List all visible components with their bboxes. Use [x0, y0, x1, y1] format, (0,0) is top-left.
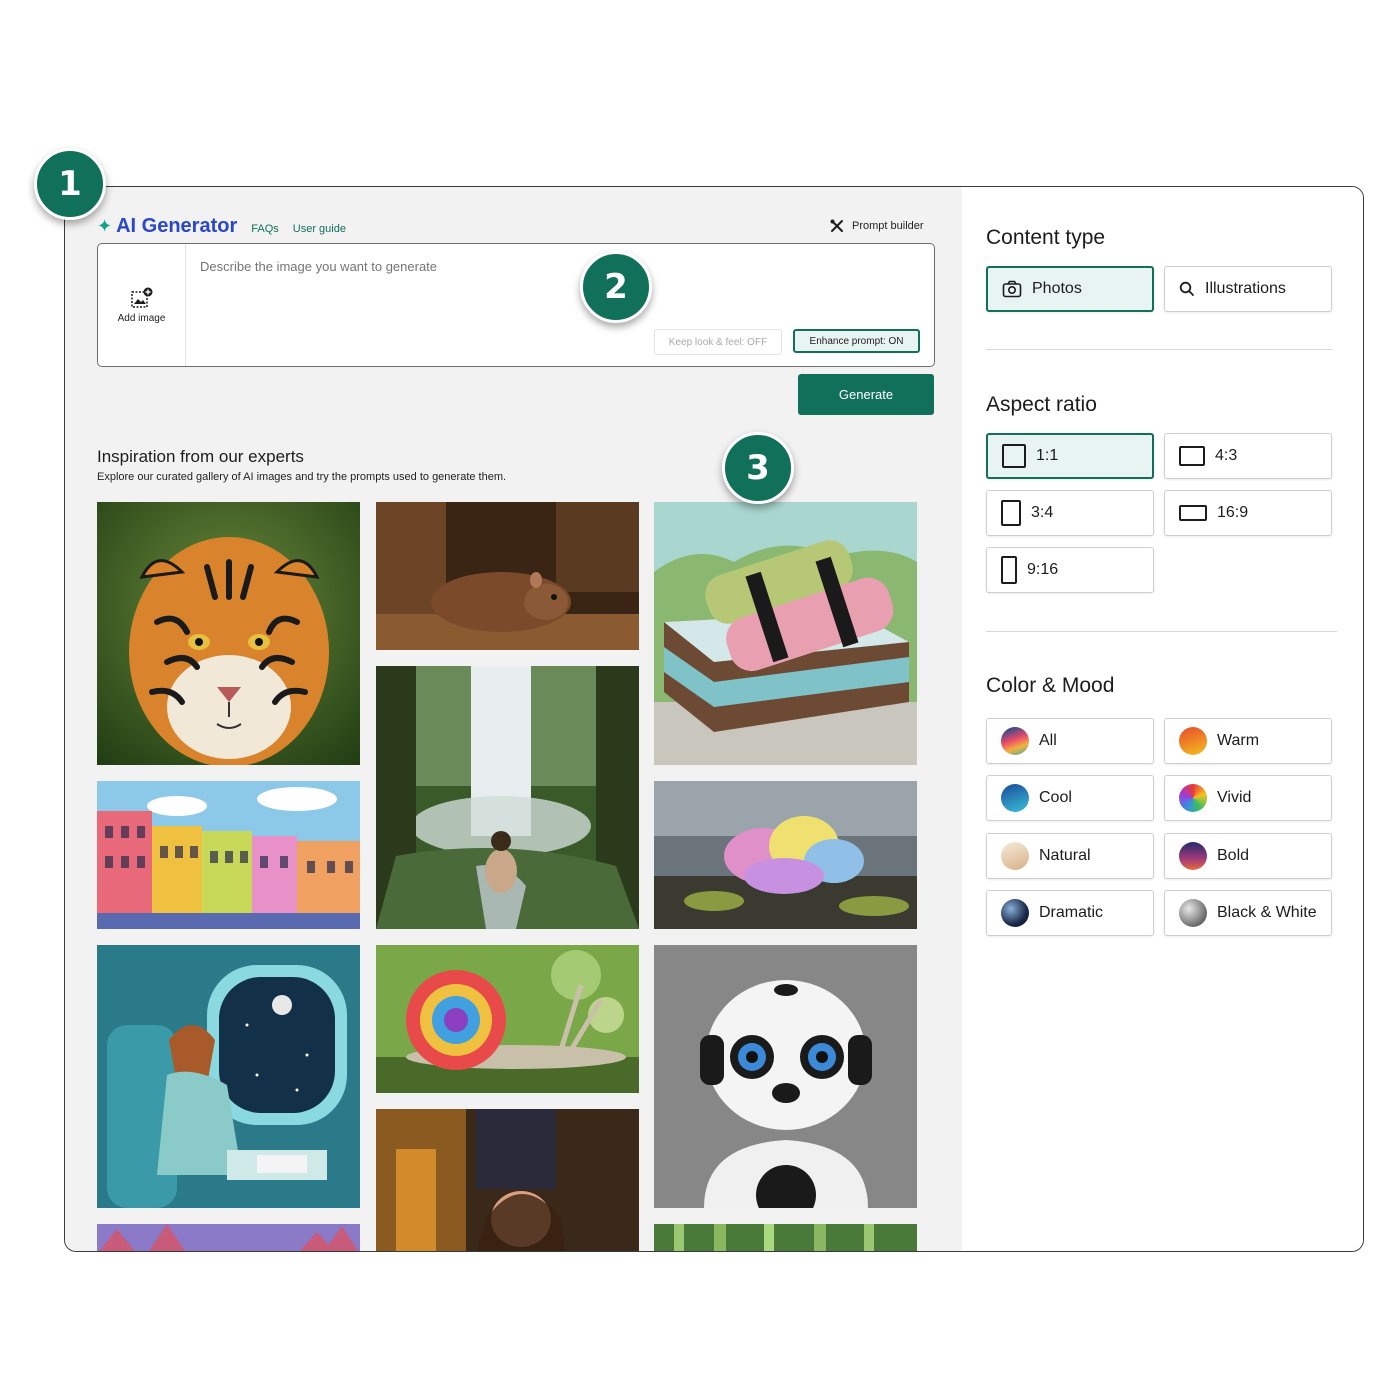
- color-mood-natural-label: Natural: [1039, 847, 1091, 864]
- natural-swatch-icon: [1001, 842, 1029, 870]
- search-icon: [1179, 281, 1194, 296]
- forest-illustration: [97, 1224, 360, 1251]
- gallery-tile-buildings[interactable]: [97, 781, 360, 929]
- bold-swatch-icon: [1179, 842, 1207, 870]
- aspect-ratio-title: Aspect ratio: [986, 393, 1097, 416]
- prompt-input[interactable]: [198, 258, 602, 275]
- faqs-link[interactable]: FAQs: [251, 223, 279, 235]
- app-title: ✦ AI Generator: [97, 215, 237, 238]
- color-mood-all[interactable]: All: [986, 718, 1154, 764]
- add-image-label: Add image: [117, 312, 166, 324]
- gallery-tile-sushi[interactable]: [654, 502, 917, 765]
- content-type-illustrations[interactable]: Illustrations: [1164, 266, 1332, 312]
- sparkle-icon: ✦: [97, 216, 113, 236]
- prompt-box: Add image Keep look & feel: OFF Enhance …: [97, 243, 935, 367]
- color-mood-cool-label: Cool: [1039, 789, 1072, 806]
- callout-marker-2: 2: [580, 251, 652, 323]
- add-image-icon: [130, 287, 152, 308]
- aspect-ratio-3-4[interactable]: 3:4: [986, 490, 1154, 536]
- square-ratio-icon: [1002, 444, 1026, 468]
- gallery-tile-waterfall[interactable]: [376, 666, 639, 929]
- aspect-ratio-9-16[interactable]: 9:16: [986, 547, 1154, 593]
- color-mood-warm[interactable]: Warm: [1164, 718, 1332, 764]
- gallery-tile-snail[interactable]: [376, 945, 639, 1093]
- color-mood-bold[interactable]: Bold: [1164, 833, 1332, 879]
- content-type-photos-label: Photos: [1032, 280, 1082, 297]
- color-mood-dramatic[interactable]: Dramatic: [986, 890, 1154, 936]
- warm-swatch-icon: [1179, 727, 1207, 755]
- vivid-swatch-icon: [1179, 784, 1207, 812]
- gallery-tile-tiger[interactable]: [97, 502, 360, 765]
- inspiration-subtitle: Explore our curated gallery of AI images…: [97, 471, 507, 483]
- robot-photo: [654, 945, 917, 1208]
- content-type-title: Content type: [986, 226, 1106, 249]
- tall-ratio-icon: [1001, 556, 1017, 584]
- color-mood-black-white[interactable]: Black & White: [1164, 890, 1332, 936]
- aspect-ratio-9-16-label: 9:16: [1027, 561, 1059, 578]
- gallery-tile-robot[interactable]: [654, 945, 917, 1208]
- app-window: ✦ AI Generator FAQs User guide Prompt bu…: [64, 186, 1364, 1252]
- gallery-tile-airplane[interactable]: [97, 945, 360, 1208]
- camera-icon: [1002, 280, 1022, 298]
- aspect-ratio-3-4-label: 3:4: [1031, 504, 1054, 521]
- rainbow-snail-photo: [376, 945, 639, 1093]
- aspect-ratio-16-9-label: 16:9: [1217, 504, 1249, 521]
- aspect-ratio-1-1[interactable]: 1:1: [986, 433, 1154, 479]
- girl-reading-photo: [376, 1109, 639, 1251]
- color-mood-natural[interactable]: Natural: [986, 833, 1154, 879]
- prompt-builder-button[interactable]: Prompt builder: [830, 219, 924, 233]
- generate-button[interactable]: Generate: [798, 374, 934, 415]
- section-divider: [986, 631, 1337, 632]
- colored-smoke-photo: [654, 781, 917, 929]
- cool-swatch-icon: [1001, 784, 1029, 812]
- enhance-prompt-toggle[interactable]: Enhance prompt: ON: [793, 329, 920, 353]
- color-mood-warm-label: Warm: [1217, 732, 1260, 749]
- colorful-buildings-illustration: [97, 781, 360, 929]
- gallery-tile-bamboo[interactable]: [654, 1224, 917, 1251]
- portrait-ratio-icon: [1001, 500, 1021, 526]
- gallery-tile-forest[interactable]: [97, 1224, 360, 1251]
- content-type-illustrations-label: Illustrations: [1205, 280, 1286, 297]
- wide-ratio-icon: [1179, 505, 1207, 521]
- color-mood-vivid[interactable]: Vivid: [1164, 775, 1332, 821]
- color-mood-bold-label: Bold: [1217, 847, 1250, 864]
- add-image-button[interactable]: Add image: [98, 244, 186, 366]
- callout-marker-3: 3: [722, 432, 794, 504]
- app-title-text: AI Generator: [116, 215, 238, 237]
- color-mood-vivid-label: Vivid: [1217, 789, 1252, 806]
- black-white-swatch-icon: [1179, 899, 1207, 927]
- section-divider: [986, 349, 1332, 350]
- sushi-illustration: [654, 502, 917, 765]
- callout-marker-1: 1: [34, 148, 106, 220]
- generator-panel: ✦ AI Generator FAQs User guide Prompt bu…: [65, 187, 962, 1251]
- aspect-ratio-4-3-label: 4:3: [1215, 447, 1238, 464]
- tools-icon: [830, 219, 843, 232]
- color-mood-dramatic-label: Dramatic: [1039, 904, 1104, 921]
- landscape-ratio-icon: [1179, 446, 1205, 466]
- aspect-ratio-16-9[interactable]: 16:9: [1164, 490, 1332, 536]
- keep-look-toggle[interactable]: Keep look & feel: OFF: [654, 329, 782, 355]
- all-swatch-icon: [1001, 727, 1029, 755]
- tiger-photo: [97, 502, 360, 765]
- color-mood-title: Color & Mood: [986, 674, 1115, 697]
- color-mood-cool[interactable]: Cool: [986, 775, 1154, 821]
- inspiration-title: Inspiration from our experts: [97, 447, 304, 466]
- bamboo-photo: [654, 1224, 917, 1251]
- aspect-ratio-1-1-label: 1:1: [1036, 447, 1059, 464]
- hamster-photo: [376, 502, 639, 650]
- dramatic-swatch-icon: [1001, 899, 1029, 927]
- aspect-ratio-4-3[interactable]: 4:3: [1164, 433, 1332, 479]
- gallery-tile-smoke[interactable]: [654, 781, 917, 929]
- color-mood-all-label: All: [1039, 732, 1057, 749]
- header-bar: ✦ AI Generator FAQs User guide: [97, 215, 346, 238]
- settings-panel: Content type Photos Illustrations Aspect…: [962, 187, 1363, 1251]
- waterfall-photo: [376, 666, 639, 929]
- airplane-window-illustration: [97, 945, 360, 1208]
- user-guide-link[interactable]: User guide: [293, 223, 346, 235]
- color-mood-black-white-label: Black & White: [1217, 904, 1317, 921]
- prompt-builder-label: Prompt builder: [852, 220, 924, 232]
- content-type-photos[interactable]: Photos: [986, 266, 1154, 312]
- gallery-tile-reading[interactable]: [376, 1109, 639, 1251]
- gallery-tile-hamster[interactable]: [376, 502, 639, 650]
